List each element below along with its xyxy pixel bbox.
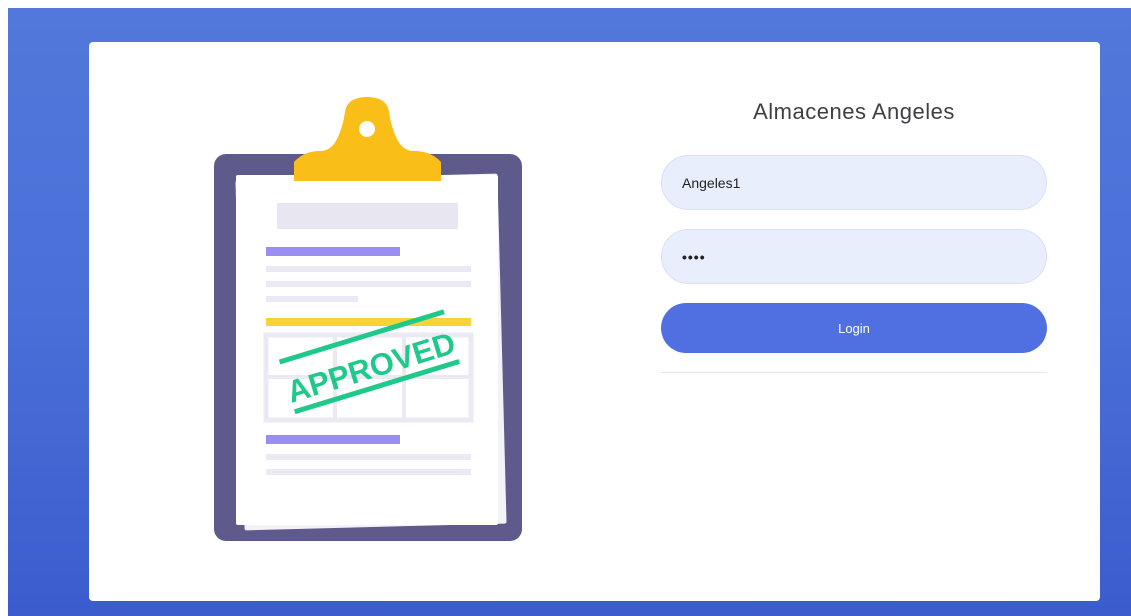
- text-line: [266, 266, 471, 272]
- yellow-line: [266, 318, 471, 326]
- purple-line: [266, 435, 400, 444]
- text-line: [266, 281, 471, 287]
- clipboard-clip: [294, 97, 441, 181]
- text-line: [266, 469, 471, 475]
- password-input[interactable]: [661, 229, 1047, 284]
- login-card: APPROVED Almacenes Angeles Login: [89, 42, 1100, 601]
- page-background: APPROVED Almacenes Angeles Login: [8, 8, 1131, 616]
- purple-line: [266, 247, 400, 256]
- paper-header-block: [277, 203, 458, 229]
- form-divider: [661, 372, 1047, 373]
- clipboard-illustration: APPROVED: [214, 97, 522, 541]
- text-line: [266, 296, 358, 302]
- text-line: [266, 454, 471, 460]
- username-input[interactable]: [661, 155, 1047, 210]
- page-title: Almacenes Angeles: [753, 99, 955, 124]
- clip-hole: [359, 121, 375, 137]
- login-button[interactable]: Login: [661, 303, 1047, 353]
